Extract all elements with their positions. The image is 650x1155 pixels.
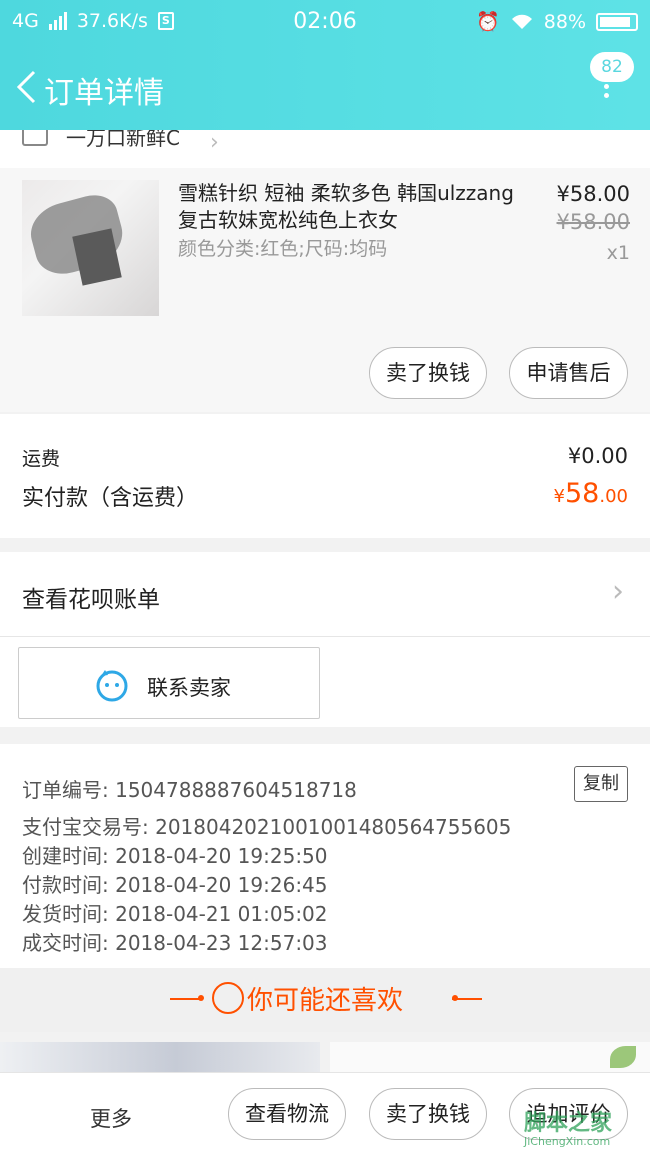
recommend-title: 你可能还喜欢 — [246, 986, 403, 1016]
paid-currency: ¥ — [553, 486, 565, 507]
shipping-value: ¥0.00 — [567, 444, 628, 468]
paid-integer: 58 — [565, 478, 600, 509]
order-info: 订单编号: 1504788887604518718 支付宝交易号: 201804… — [0, 744, 650, 968]
contact-seller-button[interactable]: 联系卖家 — [18, 647, 320, 719]
chevron-right-icon: › — [210, 130, 219, 155]
shipping-label: 运费 — [22, 448, 61, 470]
more-button[interactable]: 更多 — [90, 1103, 132, 1133]
sell-item-button[interactable]: 卖了换钱 — [369, 347, 487, 399]
huabei-bill-row[interactable]: 查看花呗账单 › — [0, 552, 650, 637]
alipay-trade-number: 支付宝交易号: 2018042021001001480564755605 — [22, 815, 512, 839]
battery-icon — [596, 12, 638, 31]
bottom-action-bar: 更多 查看物流 卖了换钱 追加评价 脚本之家 JiChengXin.com — [0, 1072, 650, 1155]
product-thumbnail[interactable] — [22, 180, 159, 316]
copy-button[interactable]: 复制 — [574, 766, 628, 802]
leaf-icon — [610, 1046, 636, 1068]
created-time: 创建时间: 2018-04-20 19:25:50 — [22, 844, 328, 868]
product-sku: 颜色分类:红色;尺码:均码 — [178, 238, 388, 260]
chat-bubble-icon — [96, 670, 128, 702]
completed-time: 成交时间: 2018-04-23 12:57:03 — [22, 931, 328, 955]
paid-time: 付款时间: 2018-04-20 19:26:45 — [22, 873, 328, 897]
fee-summary: 运费 ¥0.00 实付款（含运费） ¥58.00 — [0, 414, 650, 538]
wifi-icon — [511, 14, 532, 29]
watermark-subtext: JiChengXin.com — [524, 1135, 611, 1148]
paid-label: 实付款（含运费） — [22, 486, 199, 511]
divider — [452, 998, 482, 1000]
product-title: 雪糕针织 短袖 柔软多色 韩国ulzzang复古软妹宽松纯色上衣女 — [178, 181, 514, 232]
message-count-badge[interactable]: 82 — [590, 52, 634, 82]
battery-level: 88% — [543, 10, 586, 33]
contact-section: 联系卖家 — [0, 637, 650, 727]
paid-amount: ¥58.00 — [554, 478, 628, 509]
shop-icon — [22, 130, 48, 146]
product-item[interactable]: 雪糕针织 短袖 柔软多色 韩国ulzzang复古软妹宽松纯色上衣女 颜色分类:红… — [0, 168, 650, 412]
product-quantity: x1 — [606, 242, 630, 264]
contact-seller-label: 联系卖家 — [147, 676, 231, 700]
back-arrow-icon[interactable] — [14, 70, 40, 104]
nav-bar: 订单详情 82 — [0, 44, 650, 130]
chevron-right-icon: › — [612, 574, 624, 609]
sell-item-button[interactable]: 卖了换钱 — [369, 1088, 487, 1140]
order-number: 订单编号: 1504788887604518718 — [22, 778, 357, 802]
shop-name: 一万口新鲜C — [66, 130, 180, 150]
shipped-time: 发货时间: 2018-04-21 01:05:02 — [22, 902, 328, 926]
more-menu-icon[interactable] — [604, 84, 610, 102]
product-price: ¥58.00 — [556, 182, 630, 206]
product-original-price: ¥58.00 — [556, 210, 630, 234]
paid-decimal: .00 — [599, 486, 628, 507]
view-logistics-button[interactable]: 查看物流 — [228, 1088, 346, 1140]
site-watermark: 脚本之家 JiChengXin.com — [524, 1105, 644, 1153]
watermark-text: 脚本之家 — [524, 1111, 613, 1136]
alarm-icon: ⏰ — [476, 11, 500, 33]
shop-row[interactable]: 一万口新鲜C › — [0, 130, 650, 168]
recommend-header: 你可能还喜欢 — [0, 968, 650, 1032]
after-sale-button[interactable]: 申请售后 — [509, 347, 628, 399]
status-bar: 4G 37.6K/s S 02:06 ⏰ 88% — [0, 0, 650, 44]
header-bar: 4G 37.6K/s S 02:06 ⏰ 88% 订单详情 82 — [0, 0, 650, 130]
page-title: 订单详情 — [44, 76, 164, 111]
huabei-bill-label: 查看花呗账单 — [22, 587, 160, 613]
